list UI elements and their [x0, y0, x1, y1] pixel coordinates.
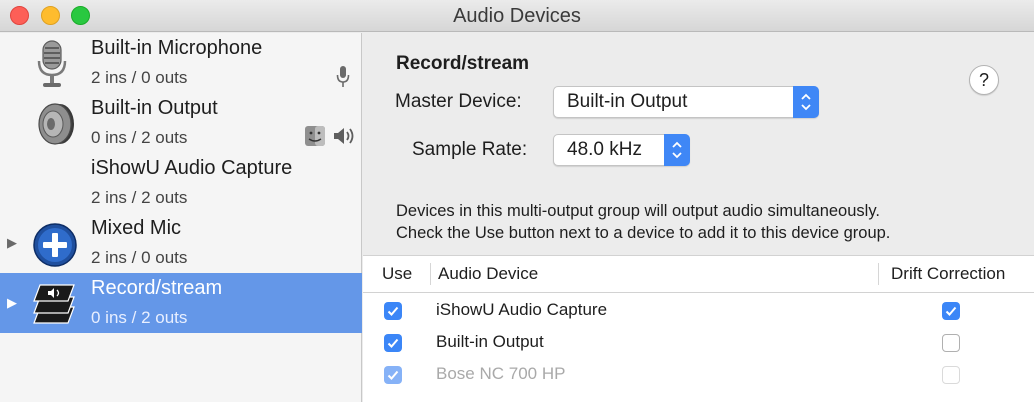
device-detail-panel: Record/stream ? Master Device: Built-in … [363, 33, 1034, 402]
device-item-mixed-mic[interactable]: ▶ Mixed Mic 2 ins / 0 outs [0, 213, 362, 273]
device-item-ishowu-audio-capture[interactable]: iShowU Audio Capture 2 ins / 2 outs [0, 153, 362, 213]
audio-device-name: iShowU Audio Capture [436, 300, 608, 319]
use-checkbox[interactable] [384, 366, 402, 384]
drift-correction-checkbox[interactable] [942, 302, 960, 320]
device-channel-count: 2 ins / 0 outs [91, 68, 188, 87]
master-device-value: Built-in Output [567, 91, 688, 112]
device-channel-count: 0 ins / 2 outs [91, 128, 188, 147]
drift-correction-checkbox[interactable] [942, 334, 960, 352]
mic-input-icon [336, 66, 350, 87]
table-row: Bose NC 700 HP [363, 358, 1034, 390]
device-name: iShowU Audio Capture [91, 157, 293, 179]
finder-icon [305, 126, 325, 146]
help-button[interactable]: ? [969, 65, 999, 95]
column-divider [878, 263, 879, 285]
description-line: Devices in this multi-output group will … [396, 202, 880, 220]
column-header-audio-device[interactable]: Audio Device [438, 264, 538, 284]
popup-stepper-icon [664, 134, 690, 166]
device-item-built-in-output[interactable]: Built-in Output 0 ins / 2 outs [0, 93, 362, 153]
device-group-title: Record/stream [396, 53, 530, 74]
table-header: Use Audio Device Drift Correction [363, 256, 1034, 293]
disclosure-triangle-icon[interactable]: ▶ [7, 235, 17, 251]
drift-correction-checkbox [942, 366, 960, 384]
column-header-use[interactable]: Use [382, 264, 412, 284]
device-channel-count: 0 ins / 2 outs [91, 308, 188, 327]
device-item-built-in-microphone[interactable]: Built-in Microphone 2 ins / 0 outs [0, 33, 362, 93]
device-name: Record/stream [91, 277, 223, 299]
description-line: Check the Use button next to a device to… [396, 224, 891, 242]
table-row[interactable]: Built-in Output [363, 326, 1034, 358]
device-name: Built-in Microphone [91, 37, 263, 59]
device-group-table: Use Audio Device Drift Correction iShowU… [363, 255, 1034, 402]
sample-rate-select[interactable]: 48.0 kHz [553, 134, 690, 166]
speaker-output-icon [334, 128, 354, 144]
use-checkbox[interactable] [384, 302, 402, 320]
title-bar: Audio Devices [0, 0, 1034, 32]
column-header-drift-correction[interactable]: Drift Correction [891, 264, 1005, 284]
group-description: Devices in this multi-output group will … [396, 200, 1016, 244]
table-row[interactable]: iShowU Audio Capture [363, 294, 1034, 326]
device-channel-count: 2 ins / 2 outs [91, 188, 188, 207]
use-checkbox[interactable] [384, 334, 402, 352]
device-name: Built-in Output [91, 97, 218, 119]
aggregate-device-plus-icon [33, 223, 77, 267]
speaker-icon [38, 103, 74, 145]
master-device-label: Master Device: [395, 91, 522, 112]
sample-rate-value: 48.0 kHz [567, 139, 642, 160]
audio-device-name: Built-in Output [436, 332, 544, 351]
multi-output-stack-icon [33, 284, 75, 324]
device-channel-count: 2 ins / 0 outs [91, 248, 188, 267]
disclosure-triangle-icon[interactable]: ▶ [7, 295, 17, 311]
column-divider [430, 263, 431, 285]
window-title: Audio Devices [453, 5, 581, 27]
audio-device-name: Bose NC 700 HP [436, 364, 566, 383]
microphone-icon [37, 40, 67, 87]
popup-stepper-icon [793, 86, 819, 118]
sample-rate-label: Sample Rate: [412, 139, 528, 160]
device-list[interactable]: Built-in Microphone 2 ins / 0 outs Built… [0, 33, 362, 402]
master-device-select[interactable]: Built-in Output [553, 86, 819, 118]
device-name: Mixed Mic [91, 217, 182, 239]
device-item-record-stream[interactable]: ▶ Record/stream 0 ins / 2 outs [0, 273, 362, 333]
